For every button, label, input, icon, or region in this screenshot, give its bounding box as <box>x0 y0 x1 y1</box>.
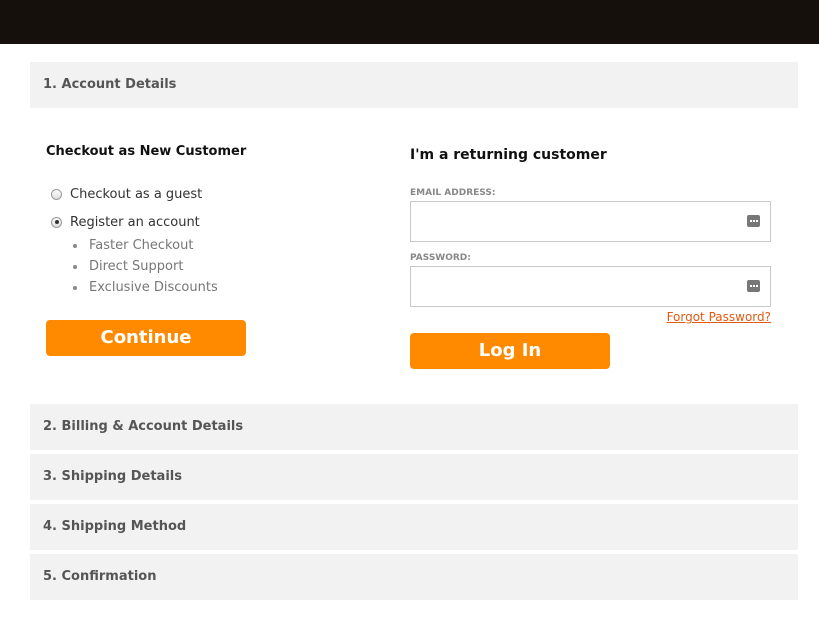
section-account-details[interactable]: 1. Account Details <box>30 62 798 108</box>
password-manager-key-icon[interactable] <box>747 215 760 227</box>
section-confirmation[interactable]: 5. Confirmation <box>30 554 798 600</box>
register-radio-label: Register an account <box>70 214 200 230</box>
guest-radio[interactable] <box>51 188 62 200</box>
section-billing[interactable]: 2. Billing & Account Details <box>30 404 798 450</box>
register-radio[interactable] <box>51 216 62 228</box>
password-field[interactable] <box>410 266 771 307</box>
password-label: PASSWORD: <box>410 253 471 263</box>
guest-radio-label: Checkout as a guest <box>70 186 203 202</box>
benefit-item: Exclusive Discounts <box>73 280 218 301</box>
login-button[interactable]: Log In <box>410 333 610 369</box>
benefit-item: Faster Checkout <box>73 238 218 259</box>
forgot-password-link[interactable]: Forgot Password? <box>667 310 771 324</box>
register-account-option[interactable]: Register an account <box>51 214 200 230</box>
password-input[interactable] <box>411 267 747 306</box>
top-bar <box>0 0 819 44</box>
returning-customer-title: I'm a returning customer <box>410 147 607 163</box>
email-field[interactable] <box>410 201 771 242</box>
password-manager-key-icon[interactable] <box>747 280 760 292</box>
section-shipping-method[interactable]: 4. Shipping Method <box>30 504 798 550</box>
continue-button[interactable]: Continue <box>46 320 246 356</box>
section-shipping-details[interactable]: 3. Shipping Details <box>30 454 798 500</box>
guest-checkout-option[interactable]: Checkout as a guest <box>51 186 202 202</box>
benefit-item: Direct Support <box>73 259 218 280</box>
benefits-list: Faster Checkout Direct Support Exclusive… <box>73 238 218 301</box>
email-label: EMAIL ADDRESS: <box>410 188 496 198</box>
new-customer-title: Checkout as New Customer <box>46 144 247 159</box>
email-input[interactable] <box>411 202 747 241</box>
